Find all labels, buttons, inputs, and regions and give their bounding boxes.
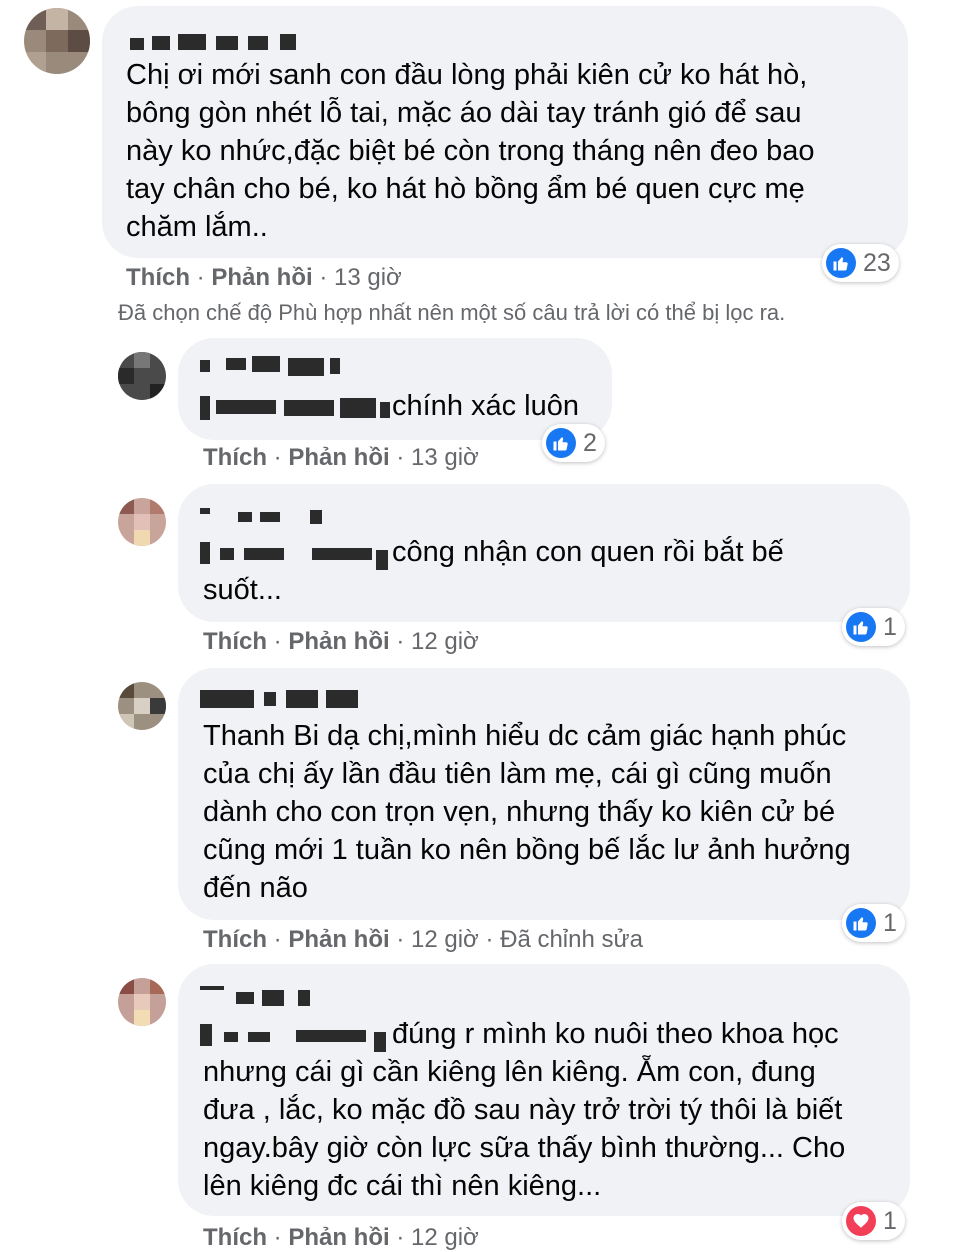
- filter-notice: Đã chọn chế độ Phù hợp nhất nên một số c…: [118, 300, 786, 325]
- reply-link[interactable]: Phản hồi: [288, 628, 389, 655]
- timestamp[interactable]: 12 giờ: [411, 1224, 479, 1251]
- reaction-badge[interactable]: 2: [542, 424, 605, 462]
- reply-link[interactable]: Phản hồi: [288, 444, 389, 471]
- comment-avatar[interactable]: [24, 8, 90, 74]
- reply-avatar[interactable]: [118, 352, 166, 400]
- comment-text-line: chăm lắm..: [126, 211, 268, 243]
- tagged-name[interactable]: [200, 394, 390, 420]
- reply-text-line: dành cho con trọn vẹn, nhưng thấy ko kiê…: [203, 796, 836, 828]
- like-icon: [846, 908, 876, 938]
- author-name[interactable]: [130, 32, 300, 52]
- reply-avatar[interactable]: [118, 682, 166, 730]
- like-link[interactable]: Thích: [126, 264, 190, 291]
- reply-text-line: đúng r mình ko nuôi theo khoa học: [392, 1018, 839, 1050]
- tagged-name[interactable]: [200, 540, 390, 570]
- comment-text-line: bông gòn nhét lỗ tai, mặc áo dài tay trá…: [126, 97, 802, 129]
- reply-avatar[interactable]: [118, 498, 166, 546]
- edited-label[interactable]: Đã chỉnh sửa: [500, 926, 643, 953]
- reply-link[interactable]: Phản hồi: [288, 926, 389, 953]
- like-link[interactable]: Thích: [203, 444, 267, 471]
- reply-text-line: công nhận con quen rồi bắt bế: [392, 536, 784, 568]
- reply-text-line: chính xác luôn: [392, 390, 580, 422]
- reaction-count: 23: [863, 248, 891, 277]
- author-name[interactable]: [200, 502, 322, 524]
- reply-text-line: nhưng cái gì cần kiêng lên kiêng. Ẵm con…: [203, 1056, 816, 1088]
- comment-text-line: Chị ơi mới sanh con đầu lòng phải kiên c…: [126, 59, 808, 91]
- timestamp[interactable]: 13 giờ: [334, 264, 402, 291]
- author-name[interactable]: [200, 356, 340, 376]
- comment-actions: Thích · Phản hồi · 13 giờ: [126, 264, 402, 291]
- love-icon: [846, 1206, 876, 1236]
- reply-text-line: đưa , lắc, ko mặc đồ sau này trở trời tý…: [203, 1094, 843, 1126]
- reaction-count: 1: [883, 908, 897, 937]
- reply-text-line: ngay.bây giờ còn lực sữa thấy bình thườn…: [203, 1132, 846, 1164]
- reply-actions: Thích · Phản hồi · 12 giờ: [203, 1224, 479, 1251]
- reply-link[interactable]: Phản hồi: [288, 1224, 389, 1251]
- like-link[interactable]: Thích: [203, 926, 267, 953]
- like-icon: [846, 612, 876, 642]
- reaction-badge[interactable]: 1: [842, 608, 905, 646]
- reaction-count: 1: [883, 1206, 897, 1235]
- timestamp[interactable]: 12 giờ: [411, 628, 479, 655]
- author-name[interactable]: [200, 984, 310, 1006]
- reply-avatar[interactable]: [118, 978, 166, 1026]
- reply-text-line: Thanh Bi dạ chị,mình hiểu dc cảm giác hạ…: [203, 720, 847, 752]
- reply-actions: Thích · Phản hồi · 12 giờ · Đã chỉnh sửa: [203, 926, 643, 953]
- comment-text-line: này ko nhức,đặc biệt bé còn trong tháng …: [126, 135, 815, 167]
- like-link[interactable]: Thích: [203, 1224, 267, 1251]
- reaction-count: 1: [883, 612, 897, 641]
- author-name[interactable]: [200, 686, 360, 708]
- reply-text-line: đến não: [203, 872, 308, 904]
- reply-text-line: của chị ấy lần đầu tiên làm mẹ, cái gì c…: [203, 758, 832, 790]
- reaction-badge[interactable]: 1: [842, 904, 905, 942]
- tagged-name[interactable]: [200, 1022, 390, 1052]
- reply-actions: Thích · Phản hồi · 13 giờ: [203, 444, 479, 471]
- reply-actions: Thích · Phản hồi · 12 giờ: [203, 628, 479, 655]
- like-icon: [546, 428, 576, 458]
- reaction-count: 2: [583, 428, 597, 457]
- reply-text-line: cũng mới 1 tuần ko nên bồng bế lắc lư ản…: [203, 834, 851, 866]
- timestamp[interactable]: 12 giờ: [411, 926, 479, 953]
- timestamp[interactable]: 13 giờ: [411, 444, 479, 471]
- reply-text-line: suốt...: [203, 574, 282, 606]
- reply-link[interactable]: Phản hồi: [211, 264, 312, 291]
- like-icon: [826, 248, 856, 278]
- comment-text-line: tay chân cho bé, ko hát hò bồng ẩm bé qu…: [126, 173, 805, 205]
- reply-text-line: lên kiêng đc cái thì nên kiêng...: [203, 1170, 602, 1202]
- reaction-badge[interactable]: 1: [842, 1202, 905, 1240]
- like-link[interactable]: Thích: [203, 628, 267, 655]
- reaction-badge[interactable]: 23: [822, 244, 899, 282]
